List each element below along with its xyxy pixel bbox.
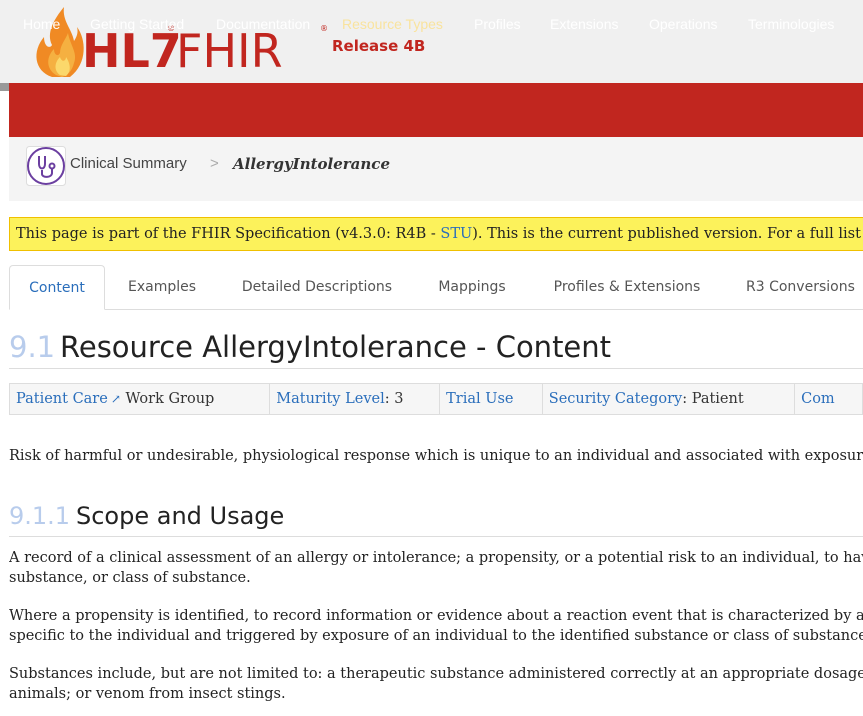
breadcrumb-separator: >	[210, 155, 219, 172]
version-notice: This page is part of the FHIR Specificat…	[9, 217, 863, 251]
external-link-icon: ↗	[110, 392, 121, 406]
nav-profiles[interactable]: Profiles	[474, 16, 521, 32]
tab-profiles-extensions[interactable]: Profiles & Extensions	[534, 265, 720, 309]
nav-terminologies[interactable]: Terminologies	[748, 16, 834, 32]
subsection-number: 9.1.1	[9, 502, 71, 530]
tabs-divider	[9, 309, 863, 310]
svg-text:®: ®	[320, 24, 328, 33]
resource-info-table: Patient Care ↗ Work Group Maturity Level:…	[9, 383, 863, 415]
paragraph-line: specific to the individual and triggered…	[9, 628, 863, 644]
stu-link[interactable]: STU	[440, 226, 472, 242]
resource-description: Risk of harmful or undesirable, physiolo…	[9, 448, 863, 464]
section-number: 9.1	[9, 330, 56, 364]
paragraph-line: Substances include, but are not limited …	[9, 666, 863, 682]
nav-resource-types[interactable]: Resource Types	[342, 16, 443, 32]
nav-getting-started[interactable]: Getting Started	[90, 16, 184, 32]
nav-documentation[interactable]: Documentation	[216, 16, 310, 32]
notice-prefix: This page is part of the FHIR Specificat…	[16, 226, 441, 242]
scope-paragraph-3: Substances include, but are not limited …	[9, 664, 863, 704]
standard-status-cell: Trial Use	[439, 383, 543, 415]
trial-use-link[interactable]: Trial Use	[446, 391, 513, 407]
security-value: : Patient	[682, 391, 744, 407]
security-cell: Security Category: Patient	[541, 383, 796, 415]
compartments-link[interactable]: Com	[801, 391, 835, 407]
maturity-level-link[interactable]: Maturity Level	[276, 391, 384, 407]
main-navbar	[9, 83, 863, 137]
release-label: Release 4B	[332, 37, 426, 55]
subsection-title: Scope and Usage	[76, 502, 285, 530]
patient-care-link[interactable]: Patient Care	[16, 391, 108, 407]
security-category-link[interactable]: Security Category	[549, 391, 682, 407]
breadcrumb-current: AllergyIntolerance	[233, 155, 390, 173]
scope-paragraph-1: A record of a clinical assessment of an …	[9, 548, 863, 588]
nav-operations[interactable]: Operations	[649, 16, 717, 32]
paragraph-line: A record of a clinical assessment of an …	[9, 550, 863, 566]
paragraph-line: Where a propensity is identified, to rec…	[9, 608, 863, 624]
page-title: 9.1 Resource AllergyIntolerance - Conten…	[9, 326, 863, 369]
svg-text:FHIR: FHIR	[176, 24, 283, 78]
tab-detailed-descriptions[interactable]: Detailed Descriptions	[222, 265, 412, 309]
tab-r3-conversions[interactable]: R3 Conversions	[730, 265, 863, 309]
workgroup-cell: Patient Care ↗ Work Group	[9, 383, 271, 415]
scope-paragraph-2: Where a propensity is identified, to rec…	[9, 606, 863, 646]
breadcrumb-clinical-summary[interactable]: Clinical Summary	[70, 155, 187, 172]
workgroup-suffix: Work Group	[120, 391, 215, 407]
stethoscope-icon	[26, 146, 66, 186]
scope-heading: 9.1.1 Scope and Usage	[9, 500, 863, 537]
paragraph-line: animals; or venom from insect stings.	[9, 686, 286, 702]
compartments-cell: Com	[794, 383, 863, 415]
notice-suffix: ). This is the current published version…	[472, 226, 863, 242]
section-title: Resource AllergyIntolerance - Content	[60, 330, 612, 364]
maturity-value: : 3	[384, 391, 404, 407]
tab-examples[interactable]: Examples	[112, 265, 212, 309]
maturity-cell: Maturity Level: 3	[269, 383, 441, 415]
tab-content[interactable]: Content	[9, 265, 105, 310]
nav-home[interactable]: Home	[23, 16, 60, 32]
paragraph-line: substance, or class of substance.	[9, 570, 251, 586]
header-corner-tab	[0, 83, 9, 91]
nav-extensions[interactable]: Extensions	[550, 16, 618, 32]
tab-mappings[interactable]: Mappings	[420, 265, 524, 309]
